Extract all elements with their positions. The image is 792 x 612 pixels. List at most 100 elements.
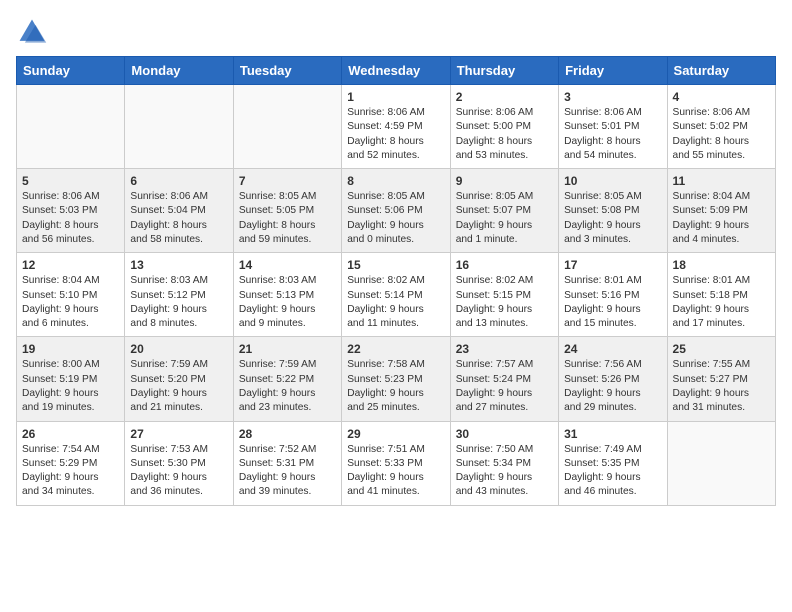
calendar-day-cell: 4 Sunrise: 8:06 AM Sunset: 5:02 PM Daylig… <box>667 85 775 169</box>
calendar-day-cell: 23 Sunrise: 7:57 AM Sunset: 5:24 PM Dayli… <box>450 337 558 421</box>
day-number: 11 <box>673 174 770 188</box>
calendar-day-cell: 16 Sunrise: 8:02 AM Sunset: 5:15 PM Dayli… <box>450 253 558 337</box>
calendar-table: SundayMondayTuesdayWednesdayThursdayFrid… <box>16 56 776 506</box>
calendar-day-cell: 10 Sunrise: 8:05 AM Sunset: 5:08 PM Dayli… <box>559 169 667 253</box>
day-info: Sunrise: 8:05 AM Sunset: 5:07 PM Dayligh… <box>456 190 553 247</box>
day-info: Sunrise: 8:01 AM Sunset: 5:16 PM Dayligh… <box>564 274 661 331</box>
weekday-header-cell: Thursday <box>450 57 558 85</box>
calendar-day-cell: 7 Sunrise: 8:05 AM Sunset: 5:05 PM Daylig… <box>233 169 341 253</box>
day-info: Sunrise: 8:06 AM Sunset: 4:59 PM Dayligh… <box>347 106 444 163</box>
weekday-header-cell: Saturday <box>667 57 775 85</box>
day-number: 1 <box>347 90 444 104</box>
weekday-header-cell: Wednesday <box>342 57 450 85</box>
day-number: 19 <box>22 342 119 356</box>
day-info: Sunrise: 8:04 AM Sunset: 5:10 PM Dayligh… <box>22 274 119 331</box>
day-number: 20 <box>130 342 227 356</box>
calendar-day-cell: 28 Sunrise: 7:52 AM Sunset: 5:31 PM Dayli… <box>233 421 341 505</box>
day-number: 2 <box>456 90 553 104</box>
calendar-day-cell: 30 Sunrise: 7:50 AM Sunset: 5:34 PM Dayli… <box>450 421 558 505</box>
day-number: 31 <box>564 427 661 441</box>
calendar-day-cell: 18 Sunrise: 8:01 AM Sunset: 5:18 PM Dayli… <box>667 253 775 337</box>
calendar-day-cell: 17 Sunrise: 8:01 AM Sunset: 5:16 PM Dayli… <box>559 253 667 337</box>
day-info: Sunrise: 8:02 AM Sunset: 5:14 PM Dayligh… <box>347 274 444 331</box>
calendar-week-row: 26 Sunrise: 7:54 AM Sunset: 5:29 PM Dayli… <box>17 421 776 505</box>
calendar-day-cell: 25 Sunrise: 7:55 AM Sunset: 5:27 PM Dayli… <box>667 337 775 421</box>
day-number: 17 <box>564 258 661 272</box>
day-info: Sunrise: 7:56 AM Sunset: 5:26 PM Dayligh… <box>564 358 661 415</box>
calendar-week-row: 1 Sunrise: 8:06 AM Sunset: 4:59 PM Daylig… <box>17 85 776 169</box>
day-number: 30 <box>456 427 553 441</box>
day-number: 26 <box>22 427 119 441</box>
day-info: Sunrise: 8:06 AM Sunset: 5:03 PM Dayligh… <box>22 190 119 247</box>
calendar-day-cell: 9 Sunrise: 8:05 AM Sunset: 5:07 PM Daylig… <box>450 169 558 253</box>
day-number: 4 <box>673 90 770 104</box>
day-info: Sunrise: 8:04 AM Sunset: 5:09 PM Dayligh… <box>673 190 770 247</box>
day-info: Sunrise: 7:50 AM Sunset: 5:34 PM Dayligh… <box>456 443 553 500</box>
day-number: 18 <box>673 258 770 272</box>
day-number: 22 <box>347 342 444 356</box>
day-info: Sunrise: 8:05 AM Sunset: 5:08 PM Dayligh… <box>564 190 661 247</box>
calendar-day-cell: 19 Sunrise: 8:00 AM Sunset: 5:19 PM Dayli… <box>17 337 125 421</box>
calendar-day-cell: 27 Sunrise: 7:53 AM Sunset: 5:30 PM Dayli… <box>125 421 233 505</box>
calendar-day-cell <box>667 421 775 505</box>
weekday-header-cell: Monday <box>125 57 233 85</box>
day-info: Sunrise: 8:06 AM Sunset: 5:00 PM Dayligh… <box>456 106 553 163</box>
day-number: 15 <box>347 258 444 272</box>
calendar-day-cell: 21 Sunrise: 7:59 AM Sunset: 5:22 PM Dayli… <box>233 337 341 421</box>
day-number: 16 <box>456 258 553 272</box>
calendar-day-cell: 24 Sunrise: 7:56 AM Sunset: 5:26 PM Dayli… <box>559 337 667 421</box>
day-number: 21 <box>239 342 336 356</box>
day-info: Sunrise: 8:00 AM Sunset: 5:19 PM Dayligh… <box>22 358 119 415</box>
page-header <box>16 16 776 48</box>
calendar-day-cell: 1 Sunrise: 8:06 AM Sunset: 4:59 PM Daylig… <box>342 85 450 169</box>
day-info: Sunrise: 7:51 AM Sunset: 5:33 PM Dayligh… <box>347 443 444 500</box>
day-info: Sunrise: 7:59 AM Sunset: 5:22 PM Dayligh… <box>239 358 336 415</box>
day-info: Sunrise: 7:58 AM Sunset: 5:23 PM Dayligh… <box>347 358 444 415</box>
calendar-day-cell: 8 Sunrise: 8:05 AM Sunset: 5:06 PM Daylig… <box>342 169 450 253</box>
calendar-day-cell <box>17 85 125 169</box>
day-info: Sunrise: 7:59 AM Sunset: 5:20 PM Dayligh… <box>130 358 227 415</box>
day-info: Sunrise: 7:53 AM Sunset: 5:30 PM Dayligh… <box>130 443 227 500</box>
day-info: Sunrise: 7:55 AM Sunset: 5:27 PM Dayligh… <box>673 358 770 415</box>
day-number: 13 <box>130 258 227 272</box>
calendar-day-cell: 26 Sunrise: 7:54 AM Sunset: 5:29 PM Dayli… <box>17 421 125 505</box>
day-number: 28 <box>239 427 336 441</box>
day-number: 7 <box>239 174 336 188</box>
day-number: 12 <box>22 258 119 272</box>
calendar-week-row: 19 Sunrise: 8:00 AM Sunset: 5:19 PM Dayli… <box>17 337 776 421</box>
day-info: Sunrise: 8:01 AM Sunset: 5:18 PM Dayligh… <box>673 274 770 331</box>
calendar-day-cell <box>233 85 341 169</box>
calendar-day-cell: 12 Sunrise: 8:04 AM Sunset: 5:10 PM Dayli… <box>17 253 125 337</box>
day-info: Sunrise: 7:49 AM Sunset: 5:35 PM Dayligh… <box>564 443 661 500</box>
day-info: Sunrise: 7:52 AM Sunset: 5:31 PM Dayligh… <box>239 443 336 500</box>
calendar-day-cell: 2 Sunrise: 8:06 AM Sunset: 5:00 PM Daylig… <box>450 85 558 169</box>
calendar-day-cell: 22 Sunrise: 7:58 AM Sunset: 5:23 PM Dayli… <box>342 337 450 421</box>
calendar-day-cell: 3Sunrise: 8:06 AM Sunset: 5:01 PM Daylig… <box>559 85 667 169</box>
day-info: Sunrise: 8:02 AM Sunset: 5:15 PM Dayligh… <box>456 274 553 331</box>
day-number: 5 <box>22 174 119 188</box>
calendar-day-cell: 15 Sunrise: 8:02 AM Sunset: 5:14 PM Dayli… <box>342 253 450 337</box>
day-info: Sunrise: 8:05 AM Sunset: 5:06 PM Dayligh… <box>347 190 444 247</box>
day-number: 24 <box>564 342 661 356</box>
calendar-day-cell: 29Sunrise: 7:51 AM Sunset: 5:33 PM Dayli… <box>342 421 450 505</box>
calendar-day-cell <box>125 85 233 169</box>
day-number: 6 <box>130 174 227 188</box>
day-number: 14 <box>239 258 336 272</box>
day-info: Sunrise: 8:03 AM Sunset: 5:13 PM Dayligh… <box>239 274 336 331</box>
logo-icon <box>16 16 48 48</box>
day-info: Sunrise: 7:57 AM Sunset: 5:24 PM Dayligh… <box>456 358 553 415</box>
calendar-day-cell: 31 Sunrise: 7:49 AM Sunset: 5:35 PM Dayli… <box>559 421 667 505</box>
day-number: 23 <box>456 342 553 356</box>
day-number: 10 <box>564 174 661 188</box>
day-info: Sunrise: 8:05 AM Sunset: 5:05 PM Dayligh… <box>239 190 336 247</box>
day-number: 9 <box>456 174 553 188</box>
weekday-header-row: SundayMondayTuesdayWednesdayThursdayFrid… <box>17 57 776 85</box>
day-number: 25 <box>673 342 770 356</box>
day-number: 27 <box>130 427 227 441</box>
day-number: 8 <box>347 174 444 188</box>
day-number: 3 <box>564 90 661 104</box>
calendar-week-row: 5 Sunrise: 8:06 AM Sunset: 5:03 PM Daylig… <box>17 169 776 253</box>
day-info: Sunrise: 7:54 AM Sunset: 5:29 PM Dayligh… <box>22 443 119 500</box>
day-info: Sunrise: 8:06 AM Sunset: 5:04 PM Dayligh… <box>130 190 227 247</box>
day-info: Sunrise: 8:06 AM Sunset: 5:02 PM Dayligh… <box>673 106 770 163</box>
